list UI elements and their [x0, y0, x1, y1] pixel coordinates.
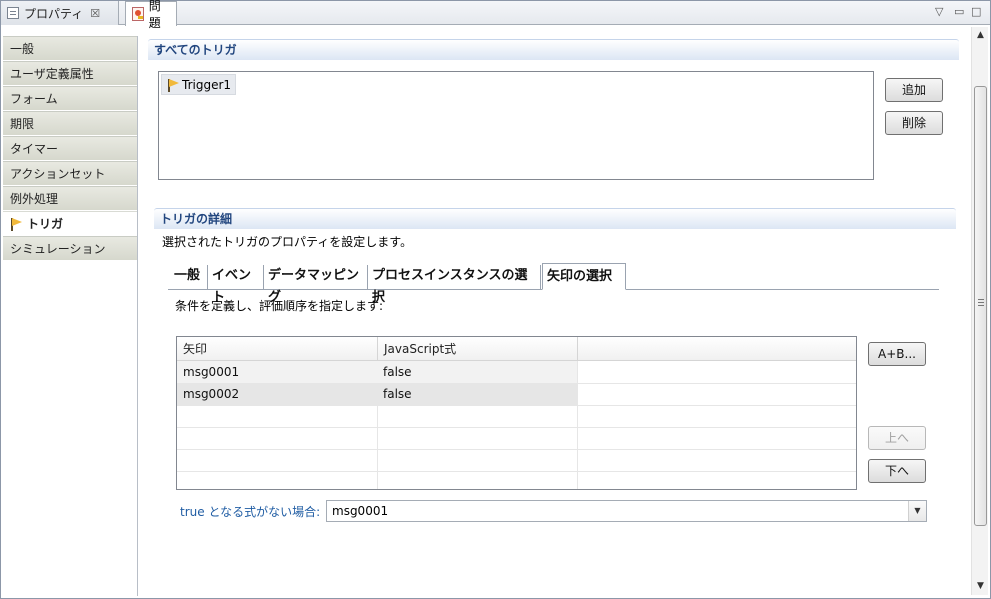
table-row[interactable]: msg0002 false — [177, 383, 577, 405]
problems-icon — [132, 7, 144, 21]
fallback-value: msg0001 — [332, 504, 389, 518]
sidebar-item-trigger-label: トリガ — [27, 216, 64, 231]
column-header-arrow[interactable]: 矢印 — [177, 337, 378, 361]
minimize-icon[interactable]: ▭ — [954, 5, 964, 18]
cell-arrow: msg0002 — [183, 387, 240, 401]
sidebar: 一般 ユーザ定義属性 フォーム 期限 タイマー アクションセット 例外処理 トリ… — [3, 36, 138, 596]
trigger-flag-icon — [166, 78, 180, 92]
sidebar-item-deadline[interactable]: 期限 — [3, 111, 137, 135]
tab-event[interactable]: イベント — [208, 265, 264, 305]
properties-icon — [7, 7, 19, 19]
fallback-label: true となる式がない場合: — [180, 505, 321, 519]
tab-data-mapping[interactable]: データマッピング — [264, 265, 368, 305]
column-header-javascript[interactable]: JavaScript式 — [378, 337, 578, 361]
expression-builder-button[interactable]: A+B... — [868, 342, 926, 366]
sidebar-item-trigger[interactable]: トリガ — [3, 211, 137, 235]
tab-problems-label: 問題 — [148, 0, 161, 30]
sidebar-item-action-set[interactable]: アクションセット — [3, 161, 137, 185]
vertical-scrollbar[interactable]: ▲ ▼ — [971, 27, 988, 595]
move-up-button[interactable]: 上へ — [868, 426, 926, 450]
trigger-flag-icon — [9, 217, 23, 231]
tab-problems[interactable]: 問題 — [125, 0, 177, 30]
cell-arrow: msg0001 — [183, 365, 240, 379]
table-row[interactable]: msg0001 false — [177, 361, 577, 383]
tab-process-instance-selection[interactable]: プロセスインスタンスの選択 — [368, 265, 541, 305]
cell-expression[interactable]: false — [377, 361, 577, 383]
sidebar-item-timer[interactable]: タイマー — [3, 136, 137, 160]
condition-instruction: 条件を定義し、評価順序を指定します: — [175, 299, 384, 313]
move-down-button[interactable]: 下へ — [868, 459, 926, 483]
cell-expression[interactable]: false — [377, 383, 577, 405]
trigger-list[interactable]: Trigger1 — [158, 71, 874, 180]
scroll-down-icon[interactable]: ▼ — [972, 578, 989, 594]
all-triggers-header: すべてのトリガ — [148, 39, 959, 60]
sidebar-item-form[interactable]: フォーム — [3, 86, 137, 110]
delete-trigger-button[interactable]: 削除 — [885, 111, 943, 135]
sidebar-item-simulation[interactable]: シミュレーション — [3, 236, 137, 260]
grid-line — [177, 427, 856, 428]
scroll-thumb[interactable] — [974, 86, 987, 526]
sidebar-item-user-attributes[interactable]: ユーザ定義属性 — [3, 61, 137, 85]
add-trigger-button[interactable]: 追加 — [885, 78, 943, 102]
list-item[interactable]: Trigger1 — [161, 74, 237, 95]
scroll-up-icon[interactable]: ▲ — [972, 27, 989, 43]
view-tab-bar: プロパティ ☒ 問題 ▽ ▭ □ — [1, 0, 990, 30]
trigger-details-description: 選択されたトリガのプロパティを設定します。 — [162, 235, 413, 249]
trigger-item-label: Trigger1 — [182, 77, 232, 92]
column-header-empty — [578, 337, 856, 361]
grid-line — [177, 405, 856, 406]
close-tab-icon[interactable]: ☒ — [90, 7, 100, 20]
tab-properties-label: プロパティ — [24, 6, 84, 21]
tab-properties[interactable]: プロパティ ☒ — [1, 1, 119, 25]
tab-general[interactable]: 一般 — [170, 265, 208, 289]
fallback-arrow-select[interactable]: msg0001 ▼ — [326, 500, 927, 522]
trigger-details-header: トリガの詳細 — [154, 208, 956, 229]
grid-line — [177, 449, 856, 450]
grid-line — [177, 471, 856, 472]
sidebar-item-exception[interactable]: 例外処理 — [3, 186, 137, 210]
chevron-down-icon[interactable]: ▼ — [908, 501, 926, 521]
view-menu-icon[interactable]: ▽ — [935, 5, 943, 18]
grip-icon — [978, 299, 984, 306]
arrow-condition-table[interactable]: 矢印 JavaScript式 msg0001 false msg0002 fal… — [176, 336, 857, 490]
tab-arrow-selection[interactable]: 矢印の選択 — [542, 263, 626, 290]
maximize-icon[interactable]: □ — [971, 5, 981, 18]
sidebar-item-general[interactable]: 一般 — [3, 36, 137, 60]
